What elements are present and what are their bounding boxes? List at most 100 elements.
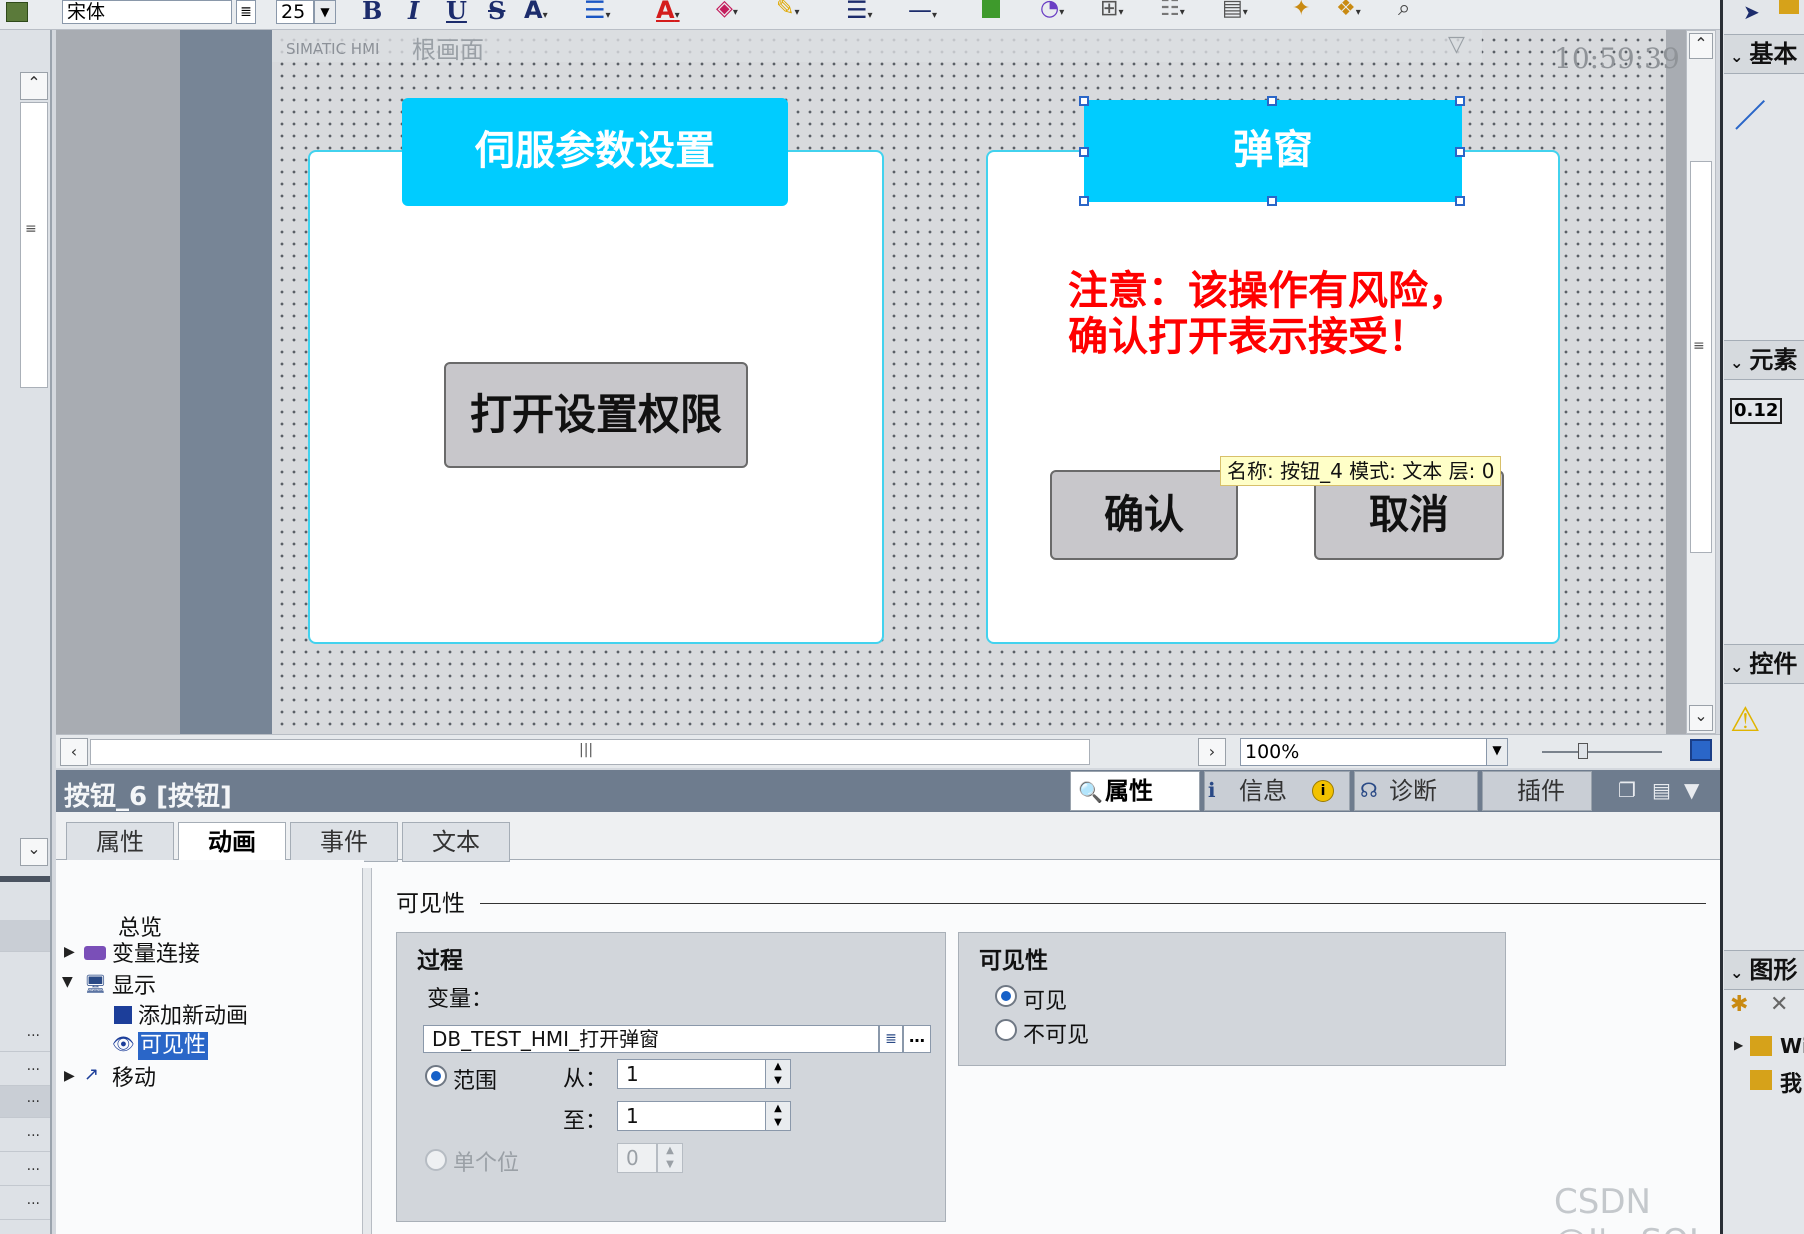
tab-attributes[interactable]: 属性: [66, 822, 174, 862]
from-input[interactable]: 1: [617, 1059, 767, 1089]
range-radio[interactable]: [425, 1065, 447, 1087]
delete-folder-icon[interactable]: ✕: [1770, 992, 1788, 1017]
tree-add-animation[interactable]: 添加新动画: [138, 1000, 248, 1033]
canvas-vertical-scrollbar[interactable]: ⌃ ≡ ⌄: [1686, 30, 1716, 734]
tag-browse-icon[interactable]: ≣: [879, 1025, 903, 1053]
align-objects-icon[interactable]: ⊞▾: [1100, 0, 1123, 21]
selection-handle[interactable]: [1079, 196, 1089, 206]
graphics-item-my[interactable]: 我: [1780, 1066, 1802, 1098]
maximize-icon[interactable]: ▤: [1652, 778, 1671, 802]
strip-row-dots[interactable]: ...: [0, 1020, 50, 1052]
selection-handle[interactable]: [1267, 196, 1277, 206]
fit-screen-icon[interactable]: [1690, 739, 1712, 761]
italic-button[interactable]: I: [408, 0, 419, 25]
single-bit-spinner-icon[interactable]: ▲ ▼: [657, 1143, 683, 1173]
open-settings-permission-button[interactable]: 打开设置权限: [444, 362, 748, 468]
line-weight-icon[interactable]: ☰▾: [846, 0, 873, 24]
tree-display[interactable]: 显示: [112, 970, 156, 1003]
group-icon[interactable]: ▤▾: [1222, 0, 1248, 21]
section-basic[interactable]: ⌄ 基本: [1724, 34, 1804, 74]
underline-button[interactable]: U: [446, 0, 467, 25]
strip-row-dots[interactable]: ...: [0, 1154, 50, 1186]
font-color-icon[interactable]: A▾: [656, 0, 680, 24]
tree-scrollbar-thumb[interactable]: ≡: [20, 102, 48, 388]
scroll-up-icon[interactable]: ⌃: [1689, 33, 1713, 59]
scroll-down-icon[interactable]: ⌄: [1689, 705, 1713, 731]
collapse-arrow-icon[interactable]: ▼: [62, 974, 73, 990]
zoom-select[interactable]: 100%: [1240, 738, 1490, 766]
tab-animations[interactable]: 动画: [178, 822, 286, 862]
tree-splitter[interactable]: [362, 868, 372, 1234]
expand-arrow-icon[interactable]: ▶: [1734, 1038, 1743, 1052]
graphics-item-wi[interactable]: Wi: [1780, 1034, 1804, 1058]
strip-row-dots[interactable]: ...: [0, 1086, 50, 1118]
distribute-icon[interactable]: ☷▾: [1160, 0, 1185, 21]
selection-handle[interactable]: [1455, 147, 1465, 157]
to-input[interactable]: 1: [617, 1101, 767, 1131]
line-color-icon[interactable]: ✎▾: [776, 0, 799, 21]
toolbox-folder-icon[interactable]: [1779, 0, 1799, 14]
alarm-view-icon[interactable]: ⚠: [1730, 700, 1760, 740]
toolbar-table-icon[interactable]: [6, 2, 28, 22]
collapse-icon[interactable]: ▼: [1684, 778, 1699, 802]
font-name-select[interactable]: 宋体: [62, 0, 232, 24]
tree-movement[interactable]: 移动: [112, 1062, 156, 1095]
fill-color-icon[interactable]: ◈▾: [716, 0, 738, 21]
font-scale-icon[interactable]: A▾: [524, 0, 548, 24]
horizontal-scroll-thumb[interactable]: |||: [90, 739, 1090, 765]
bring-front-icon[interactable]: [982, 0, 1000, 18]
scroll-left-icon[interactable]: ‹: [60, 738, 88, 766]
visible-radio[interactable]: [995, 985, 1017, 1007]
tab-events[interactable]: 事件: [290, 822, 398, 862]
screen-dropdown-icon[interactable]: ▽: [1448, 32, 1465, 57]
tree-tag-connection[interactable]: 变量连接: [112, 938, 200, 971]
more-options-button[interactable]: …: [903, 1025, 931, 1053]
tree-visibility[interactable]: 可见性: [138, 1032, 209, 1060]
selection-handle[interactable]: [1455, 96, 1465, 106]
vertical-scroll-thumb[interactable]: ≡: [1690, 161, 1712, 553]
from-spinner-icon[interactable]: ▲ ▼: [765, 1059, 791, 1089]
expand-arrow-icon[interactable]: ▶: [64, 1068, 75, 1084]
strikethrough-button[interactable]: S: [488, 0, 505, 25]
selection-handle[interactable]: [1079, 96, 1089, 106]
zoom-slider-track[interactable]: [1542, 751, 1662, 753]
section-controls[interactable]: ⌄ 控件: [1724, 644, 1804, 684]
align-icon[interactable]: ☰▾: [584, 0, 611, 24]
strip-row-dots[interactable]: ...: [0, 1120, 50, 1152]
tab-texts[interactable]: 文本: [402, 822, 510, 862]
scroll-up-icon[interactable]: ⌃: [20, 72, 48, 100]
section-elements[interactable]: ⌄ 元素: [1724, 340, 1804, 380]
invisible-radio[interactable]: [995, 1019, 1017, 1041]
single-bit-input[interactable]: 0: [617, 1143, 657, 1173]
tab-plugins[interactable]: 插件: [1482, 771, 1592, 811]
selection-handle[interactable]: [1267, 96, 1277, 106]
scroll-down-icon[interactable]: ⌄: [20, 838, 48, 866]
zoom-slider-handle[interactable]: [1578, 743, 1588, 759]
font-size-select[interactable]: 25: [276, 0, 314, 24]
strip-row-dots[interactable]: ...: [0, 1222, 50, 1234]
line-style-icon[interactable]: —▾: [908, 0, 937, 24]
confirm-button[interactable]: 确认: [1050, 470, 1238, 560]
zoom-icon[interactable]: ⌕: [1398, 0, 1410, 21]
section-graphics[interactable]: ⌄ 图形: [1724, 950, 1804, 990]
io-field-icon[interactable]: 0.12: [1730, 398, 1783, 424]
strip-row-dots[interactable]: ...: [0, 1054, 50, 1086]
expand-arrow-icon[interactable]: ▶: [64, 944, 75, 960]
layers-icon[interactable]: ❖▾: [1336, 0, 1361, 21]
font-picker-icon[interactable]: ≣: [236, 0, 256, 24]
to-spinner-icon[interactable]: ▲ ▼: [765, 1101, 791, 1131]
paint-format-icon[interactable]: ✦: [1292, 0, 1310, 21]
zoom-dropdown-icon[interactable]: ▼: [1486, 738, 1508, 766]
splitter[interactable]: [0, 876, 50, 882]
single-bit-radio[interactable]: [425, 1149, 447, 1171]
selection-handle[interactable]: [1079, 147, 1089, 157]
font-size-dropdown-icon[interactable]: ▼: [314, 0, 336, 24]
new-folder-icon[interactable]: ✱: [1730, 992, 1748, 1017]
selection-handle[interactable]: [1455, 196, 1465, 206]
float-window-icon[interactable]: ❐: [1618, 778, 1636, 802]
scroll-right-icon[interactable]: ›: [1198, 738, 1226, 766]
rotate-icon[interactable]: ◔▾: [1040, 0, 1064, 21]
pointer-icon[interactable]: ➤: [1743, 0, 1760, 24]
bold-button[interactable]: B: [362, 0, 382, 25]
strip-row-dots[interactable]: ...: [0, 1188, 50, 1220]
